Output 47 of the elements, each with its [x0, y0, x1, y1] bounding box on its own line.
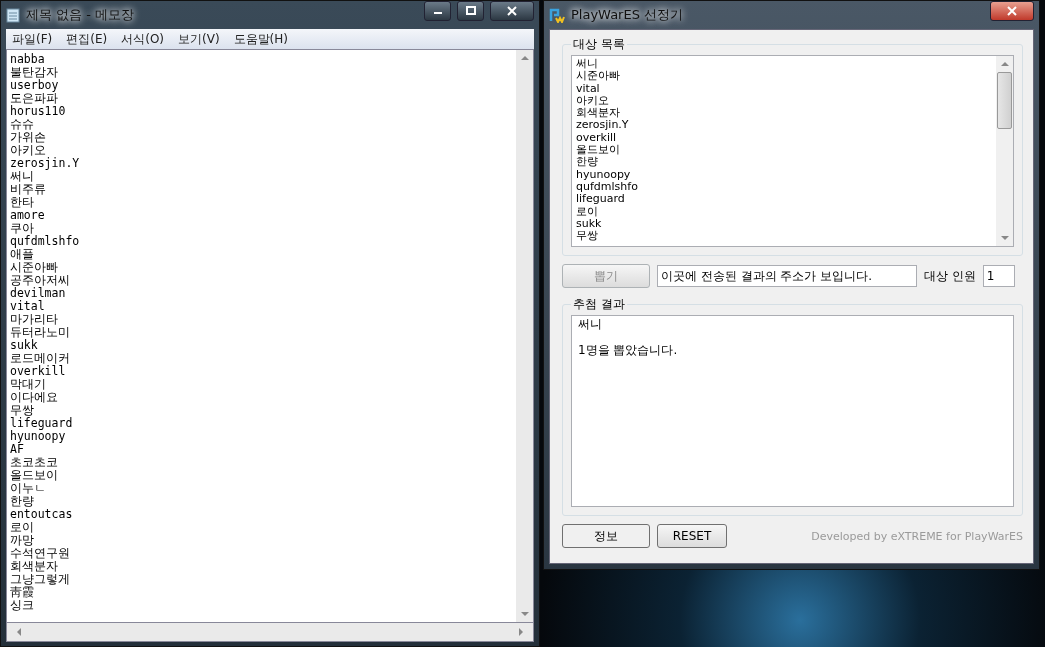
list-item[interactable]: qufdmlshfo [576, 180, 992, 194]
close-button[interactable] [490, 1, 534, 21]
scroll-up-icon[interactable] [520, 54, 529, 62]
maximize-icon [465, 6, 476, 16]
list-item[interactable]: 아키오 [576, 94, 992, 108]
list-item[interactable]: 써니 [576, 58, 992, 71]
scroll-down-icon[interactable] [520, 610, 529, 618]
list-item[interactable]: zerosjin.Y [576, 119, 992, 132]
menu-item[interactable]: 편집(E) [66, 30, 108, 48]
close-icon [507, 6, 517, 16]
group-label: 대상 목록 [572, 36, 626, 53]
address-field[interactable]: 이곳에 전송된 결과의 주소가 보입니다. [657, 265, 917, 287]
menu-item[interactable]: 도움말(H) [233, 30, 288, 48]
list-item[interactable]: 로이 [576, 205, 992, 218]
info-button[interactable]: 정보 [562, 524, 650, 548]
close-icon [1007, 6, 1017, 16]
window-title: PlayWarES 선정기 [571, 6, 684, 24]
count-label: 대상 인원 [924, 267, 976, 285]
count-field[interactable]: 1 [982, 265, 1015, 287]
menu-item[interactable]: 파일(F) [12, 30, 53, 48]
scroll-right-icon[interactable] [517, 628, 525, 636]
group-label: 추첨 결과 [572, 296, 626, 313]
list-item[interactable]: 올드보이 [576, 144, 992, 157]
window-title: 제목 없음 - 메모장 [26, 6, 135, 24]
maximize-button[interactable] [457, 1, 484, 21]
scroll-down-icon[interactable] [1000, 234, 1009, 242]
result-text-area[interactable]: 써니 1명을 뽑았습니다. [571, 315, 1014, 507]
menu-item[interactable]: 서식(O) [121, 30, 165, 48]
minimize-button[interactable] [424, 1, 451, 21]
close-button[interactable] [990, 1, 1034, 21]
list-item[interactable]: 회색분자 [576, 107, 992, 120]
scroll-left-icon[interactable] [15, 628, 23, 636]
list-item[interactable]: sukk [576, 217, 992, 231]
list-item[interactable]: vital [576, 82, 992, 95]
list-item[interactable]: 한량 [576, 156, 992, 169]
list-item[interactable]: 무쌍 [576, 230, 992, 243]
credit-text: Developed by eXTREME for PlayWarES [811, 529, 1023, 543]
list-item[interactable]: lifeguard [576, 193, 992, 206]
notepad-icon [6, 7, 20, 23]
reset-button[interactable]: RESET [657, 524, 727, 548]
scroll-up-icon[interactable] [1000, 60, 1009, 68]
list-item[interactable]: overkill [576, 131, 992, 145]
list-item[interactable]: 시준아빠 [576, 70, 992, 83]
app-logo-icon [549, 7, 565, 23]
scroll-thumb[interactable] [997, 72, 1012, 129]
menu-item[interactable]: 보기(V) [178, 30, 220, 48]
list-item[interactable]: hyunoopy [576, 168, 992, 181]
